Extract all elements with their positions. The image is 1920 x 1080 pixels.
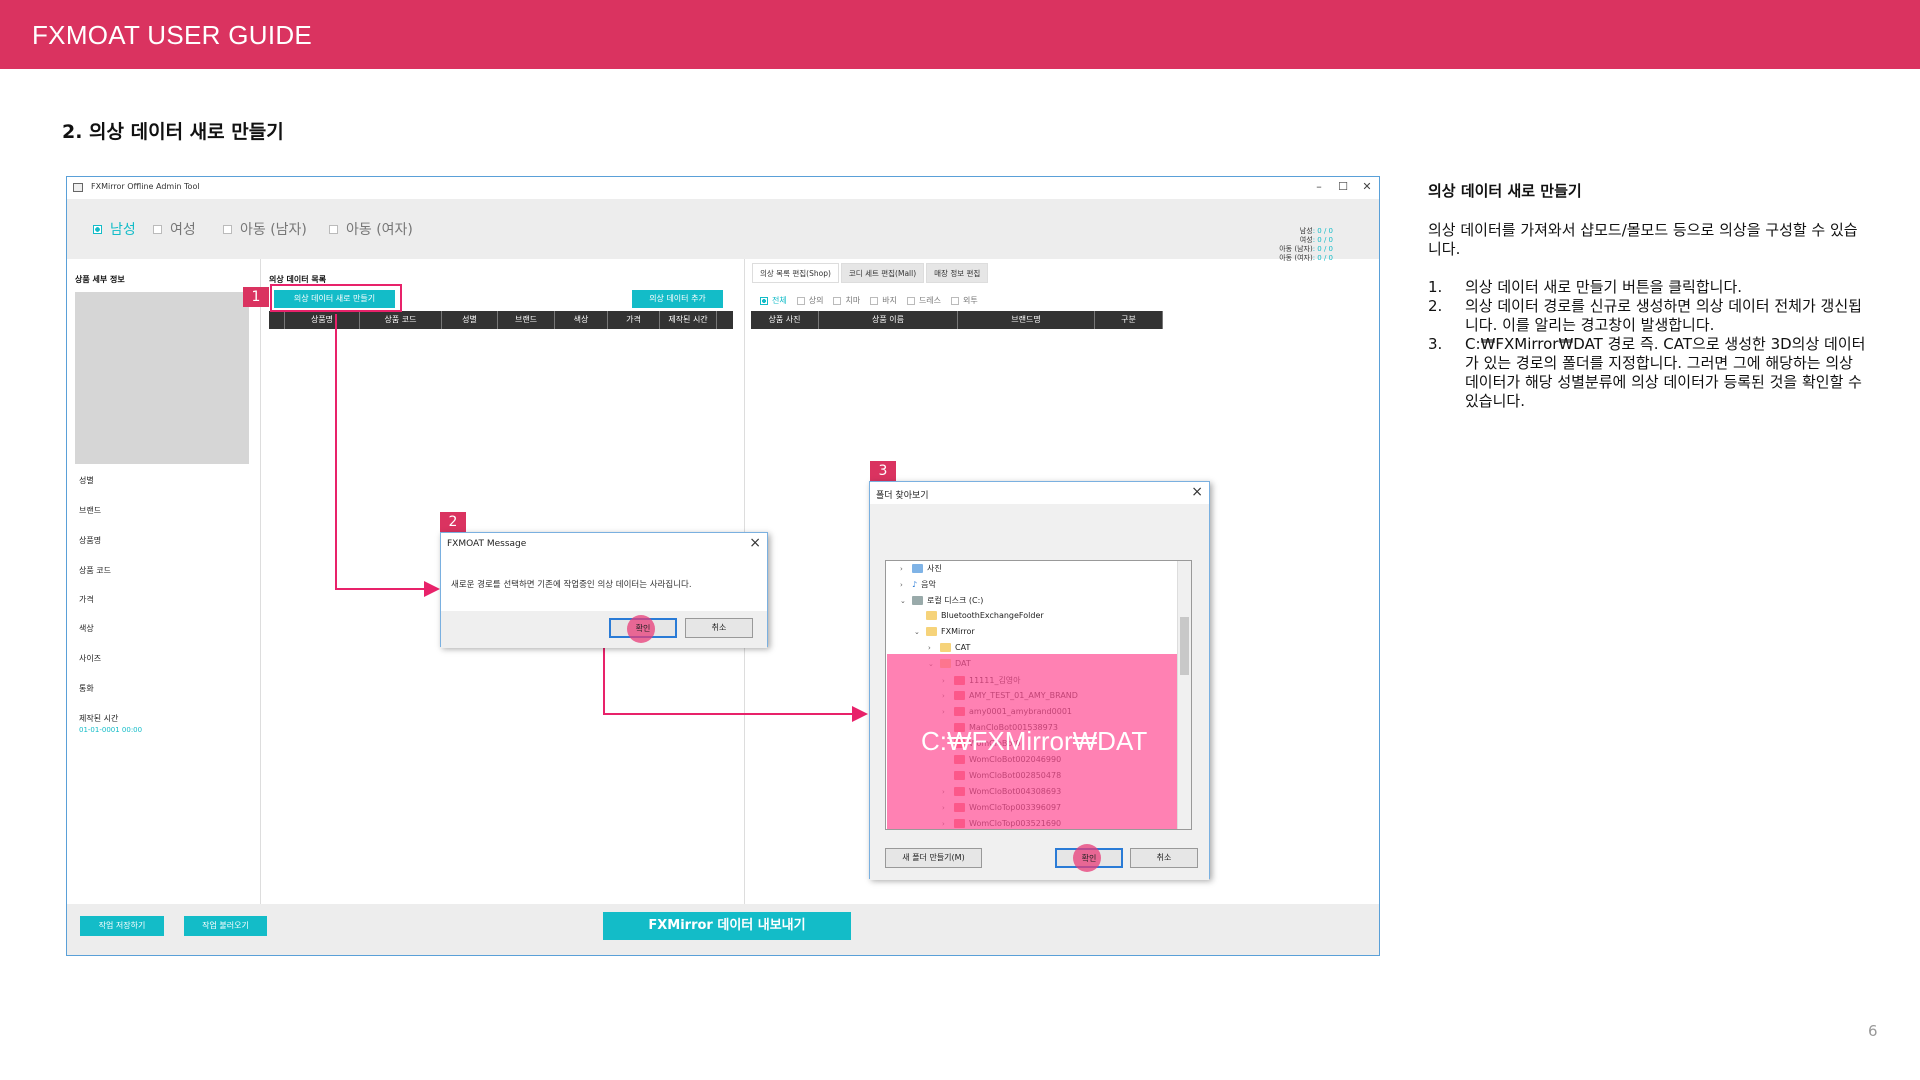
message-dialog: FXMOAT Message × 새로운 경로를 선택하면 기존에 작업중인 의… bbox=[440, 532, 768, 648]
description-step: 2. 의상 데이터 경로를 신규로 생성하면 의상 데이터 전체가 갱신됩니다. … bbox=[1428, 297, 1868, 335]
tree-scrollbar[interactable] bbox=[1177, 561, 1191, 829]
collapsed-icon[interactable]: › bbox=[900, 581, 912, 589]
tree-node[interactable]: › 사진 bbox=[900, 563, 942, 574]
description-steps: 1. 의상 데이터 새로 만들기 버튼을 클릭합니다. 2. 의상 데이터 경로를 신… bbox=[1428, 278, 1868, 411]
step-number: 1. bbox=[1428, 278, 1443, 296]
tree-node-label: 로컬 디스크 (C:) bbox=[927, 596, 984, 605]
description-heading: 의상 데이터 새로 만들기 bbox=[1428, 182, 1582, 200]
collapsed-icon[interactable]: › bbox=[900, 565, 912, 573]
expanded-icon[interactable]: ⌄ bbox=[900, 597, 912, 605]
message-dialog-title: FXMOAT Message bbox=[447, 539, 527, 549]
drive-icon bbox=[912, 596, 923, 605]
step-text: 의상 데이터 새로 만들기 버튼을 클릭합니다. bbox=[1465, 278, 1743, 296]
tree-node-label: 사진 bbox=[927, 564, 942, 573]
tree-node[interactable]: › ♪ 음악 bbox=[900, 579, 936, 590]
folder-dialog-close-icon[interactable]: × bbox=[1191, 484, 1203, 500]
message-dialog-close-icon[interactable]: × bbox=[749, 535, 761, 551]
step3-badge: 3 bbox=[870, 461, 896, 481]
folder-icon bbox=[926, 611, 937, 620]
path-overlay-text: C:₩FXMirror₩DAT bbox=[921, 726, 1148, 756]
description-step: 1. 의상 데이터 새로 만들기 버튼을 클릭합니다. bbox=[1428, 278, 1868, 297]
step-text: 의상 데이터 경로를 신규로 생성하면 의상 데이터 전체가 갱신됩니다. 이를… bbox=[1465, 297, 1862, 334]
folder-ok-label: 확인 bbox=[1081, 854, 1097, 863]
step-number: 3. bbox=[1428, 335, 1443, 353]
tree-node-label: CAT bbox=[955, 643, 971, 652]
message-dialog-text: 새로운 경로를 선택하면 기존에 작업중인 의상 데이터는 사라집니다. bbox=[451, 580, 692, 590]
new-folder-button[interactable]: 새 폴더 만들기(M) bbox=[885, 848, 982, 868]
step2-badge: 2 bbox=[440, 512, 466, 532]
message-ok-label: 확인 bbox=[635, 624, 651, 633]
tree-node[interactable]: ⌄ 로컬 디스크 (C:) bbox=[900, 595, 983, 606]
folder-browser-dialog: 폴더 찾아보기 × › 사진 › ♪ 음악 ⌄ 로컬 디스크 (C:) BluetoothEx… bbox=[869, 481, 1210, 880]
tree-node-label: FXMirror bbox=[941, 627, 975, 636]
step-number: 2. bbox=[1428, 297, 1443, 315]
tree-node-label: BluetoothExchangeFolder bbox=[941, 611, 1044, 620]
message-cancel-button[interactable]: 취소 bbox=[685, 618, 753, 638]
arrow-step1-to-step2 bbox=[335, 314, 440, 597]
arrow-step2-to-step3 bbox=[603, 648, 868, 722]
description-step: 3. C:₩FXMirror₩DAT 경로 즉. CAT으로 생성한 3D의상 데… bbox=[1428, 335, 1868, 411]
tree-node[interactable]: ⌄ FXMirror bbox=[914, 627, 975, 636]
expanded-icon[interactable]: ⌄ bbox=[914, 628, 926, 636]
step-text: C:₩FXMirror₩DAT 경로 즉. CAT으로 생성한 3D의상 데이터… bbox=[1465, 335, 1866, 410]
folder-cancel-button[interactable]: 취소 bbox=[1130, 848, 1198, 868]
tree-node-label: 음악 bbox=[921, 580, 936, 589]
folder-tree[interactable]: › 사진 › ♪ 음악 ⌄ 로컬 디스크 (C:) BluetoothExchangeFold… bbox=[885, 560, 1192, 830]
folder-icon bbox=[926, 627, 937, 636]
folder-icon bbox=[940, 643, 951, 652]
folder-dialog-title: 폴더 찾아보기 bbox=[876, 491, 929, 501]
tree-node[interactable]: › CAT bbox=[928, 643, 970, 652]
music-icon: ♪ bbox=[912, 580, 918, 589]
pictures-icon bbox=[912, 564, 923, 573]
description-panel: 의상 데이터 새로 만들기 의상 데이터를 가져와서 샵모드/몰모드 등으로 의… bbox=[1428, 182, 1868, 411]
description-intro: 의상 데이터를 가져와서 샵모드/몰모드 등으로 의상을 구성할 수 있습니다. bbox=[1428, 221, 1858, 258]
collapsed-icon[interactable]: › bbox=[928, 644, 940, 652]
page-number: 6 bbox=[1868, 1022, 1878, 1040]
tree-node[interactable]: BluetoothExchangeFolder bbox=[914, 611, 1044, 620]
